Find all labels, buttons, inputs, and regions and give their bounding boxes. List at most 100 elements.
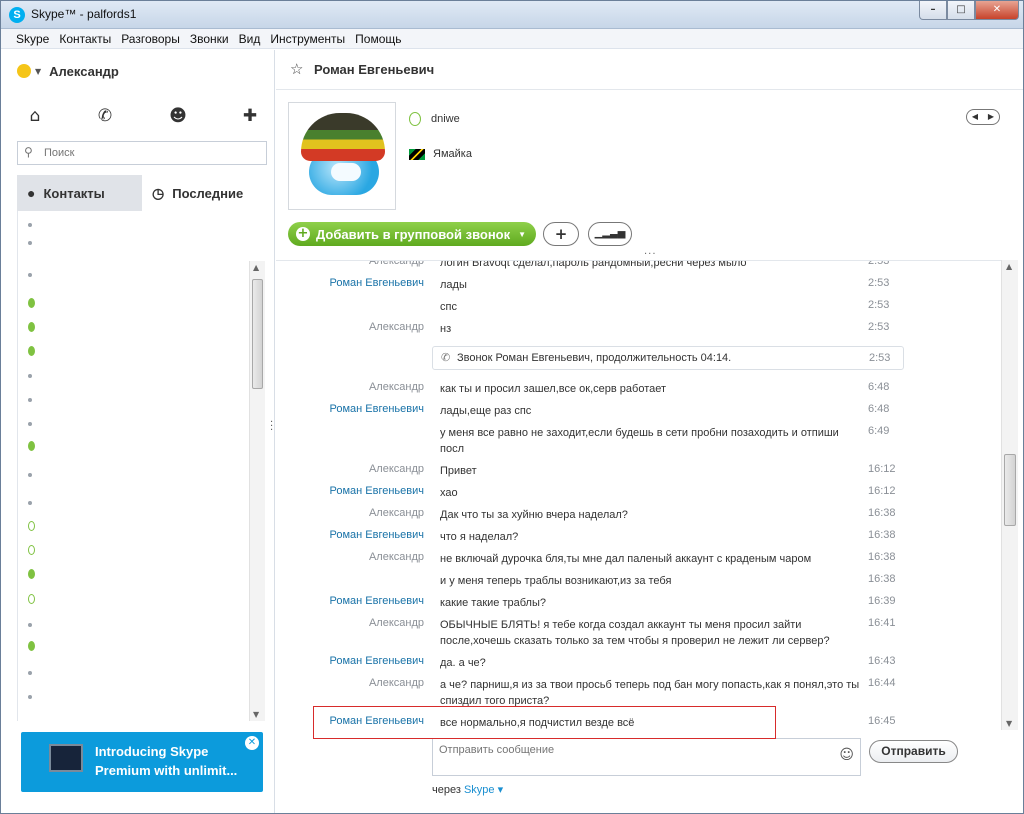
message-time: 2:53: [868, 260, 890, 267]
plus-icon: +: [296, 226, 310, 241]
away-status-icon: [28, 545, 35, 555]
message-text: и у меня теперь траблы возникают,из за т…: [440, 575, 672, 587]
online-status-icon: [28, 322, 35, 332]
phone-icon[interactable]: ✆: [92, 106, 118, 126]
conversation-header: ☆ Роман Евгеньевич: [276, 50, 1023, 90]
group-icon[interactable]: ☻: [165, 106, 191, 126]
chevron-down-icon[interactable]: ▾: [498, 784, 504, 796]
scroll-down-icon[interactable]: ▼: [253, 710, 259, 719]
promo-image: [49, 744, 83, 772]
chat-history[interactable]: Александр логин Bravoqt сделал,пароль ран…: [276, 260, 1006, 730]
message-sender[interactable]: Александр: [276, 321, 424, 333]
skype-status-icon: [409, 112, 421, 126]
contact-list-scrollbar[interactable]: ▲ ▼: [249, 261, 265, 721]
message-time: 16:38: [868, 551, 896, 563]
menu-view[interactable]: Вид: [234, 29, 266, 48]
message-text: хао: [440, 487, 458, 499]
contact-status-icon: [28, 241, 32, 245]
call-quality-button[interactable]: ▁▂▃▅: [588, 222, 632, 246]
menu-tools[interactable]: Инструменты: [265, 29, 350, 48]
add-to-group-call-button[interactable]: + Добавить в групповой звонок ▼: [288, 222, 537, 246]
tab-recent-label: Последние: [172, 185, 244, 201]
scroll-thumb[interactable]: [252, 279, 263, 389]
minimize-button[interactable]: –: [919, 1, 947, 20]
message-sender[interactable]: Роман Евгеньевич: [276, 485, 425, 497]
contact-status-icon: [28, 223, 32, 227]
message-text: Привет: [440, 465, 477, 477]
message-time: 6:48: [868, 403, 890, 415]
menu-contacts[interactable]: Контакты: [54, 29, 116, 48]
user-name[interactable]: Александр: [49, 64, 119, 79]
chat-scrollbar[interactable]: ▲ ▼: [1001, 260, 1018, 730]
drag-handle-icon[interactable]: ···: [644, 250, 657, 260]
message-sender[interactable]: Роман Евгеньевич: [276, 655, 425, 667]
message-time: 16:44: [868, 677, 896, 689]
message-sender[interactable]: Александр: [276, 677, 424, 689]
message-text: логин Bravoqt сделал,пароль рандомный,ре…: [440, 260, 747, 269]
scroll-down-icon[interactable]: ▼: [1006, 719, 1012, 728]
close-icon[interactable]: ✕: [245, 736, 259, 750]
message-compose-box[interactable]: ☺: [432, 738, 861, 776]
message-sender[interactable]: Александр: [276, 507, 424, 519]
message-input[interactable]: [439, 744, 829, 770]
message-sender[interactable]: Александр: [276, 551, 424, 563]
via-prefix: через: [432, 784, 461, 796]
message-sender[interactable]: Роман Евгеньевич: [276, 529, 425, 541]
search-box[interactable]: ⚲: [17, 141, 267, 165]
chevron-down-icon[interactable]: ▼: [35, 67, 41, 76]
maximize-button[interactable]: □: [947, 1, 975, 20]
send-button[interactable]: Отправить: [869, 740, 958, 763]
call-summary-time: 2:53: [869, 352, 891, 364]
via-skype-link[interactable]: Skype: [464, 784, 495, 796]
message-sender[interactable]: Александр: [276, 381, 424, 393]
add-contact-icon[interactable]: ✚: [237, 106, 263, 126]
pane-splitter-handle[interactable]: · · ·: [270, 418, 273, 436]
contact-list[interactable]: [17, 211, 267, 721]
message-sender[interactable]: Александр: [276, 463, 424, 475]
menu-calls[interactable]: Звонки: [185, 29, 234, 48]
message-time: 16:12: [868, 485, 896, 497]
message-time: 16:38: [868, 573, 896, 585]
message-text: лады: [440, 279, 467, 291]
menu-bar: Skype Контакты Разговоры Звонки Вид Инст…: [1, 29, 1023, 49]
scroll-up-icon[interactable]: ▲: [1006, 262, 1012, 271]
home-icon[interactable]: ⌂: [22, 106, 48, 126]
offline-status-icon: [28, 422, 32, 426]
scroll-thumb[interactable]: [1004, 454, 1016, 526]
title-bar[interactable]: S Skype™ - palfords1 – □ ✕: [1, 1, 1023, 29]
message-sender[interactable]: Роман Евгеньевич: [276, 403, 425, 415]
scroll-up-icon[interactable]: ▲: [253, 263, 259, 272]
message-sender[interactable]: Александр: [276, 261, 424, 267]
chevron-left-icon[interactable]: ◀: [967, 110, 983, 124]
star-icon[interactable]: ☆: [290, 60, 303, 78]
emoticon-icon[interactable]: ☺: [839, 747, 854, 763]
message-time: 16:41: [868, 617, 896, 629]
promo-banner[interactable]: Introducing Skype Premium with unlimit..…: [21, 732, 263, 792]
close-button[interactable]: ✕: [975, 1, 1019, 20]
message-sender[interactable]: Роман Евгеньевич: [276, 595, 425, 607]
search-input[interactable]: [44, 145, 259, 161]
message-sender[interactable]: Александр: [276, 617, 424, 629]
user-status-row[interactable]: ▼ Александр: [17, 60, 119, 82]
chevron-down-icon[interactable]: ▼: [518, 230, 526, 239]
message-sender[interactable]: Роман Евгеньевич: [276, 277, 425, 289]
menu-help[interactable]: Помощь: [350, 29, 406, 48]
add-button[interactable]: +: [543, 222, 579, 246]
offline-status-icon: [28, 501, 32, 505]
country-name: Ямайка: [433, 148, 472, 160]
menu-conversations[interactable]: Разговоры: [116, 29, 185, 48]
chevron-right-icon[interactable]: ▶: [983, 110, 999, 124]
menu-skype[interactable]: Skype: [11, 29, 54, 48]
promo-text[interactable]: Introducing Skype Premium with unlimit..…: [95, 742, 255, 780]
tab-contacts[interactable]: ● Контакты: [17, 175, 142, 211]
profile-pager[interactable]: ◀ ▶: [966, 109, 1000, 125]
contact-avatar[interactable]: [288, 102, 396, 210]
tab-recent[interactable]: ◷ Последние: [142, 175, 267, 211]
country-row: Ямайка: [409, 148, 472, 160]
skype-name-row: dniwe: [409, 112, 460, 126]
message-time: 2:53: [868, 277, 890, 289]
status-away-icon[interactable]: [17, 64, 31, 78]
contact-name-title: Роман Евгеньевич: [314, 62, 435, 77]
conversation-pane: ☆ Роман Евгеньевич dniwe Ямайка ◀ ▶ + До…: [276, 50, 1023, 813]
message-time: 16:12: [868, 463, 896, 475]
